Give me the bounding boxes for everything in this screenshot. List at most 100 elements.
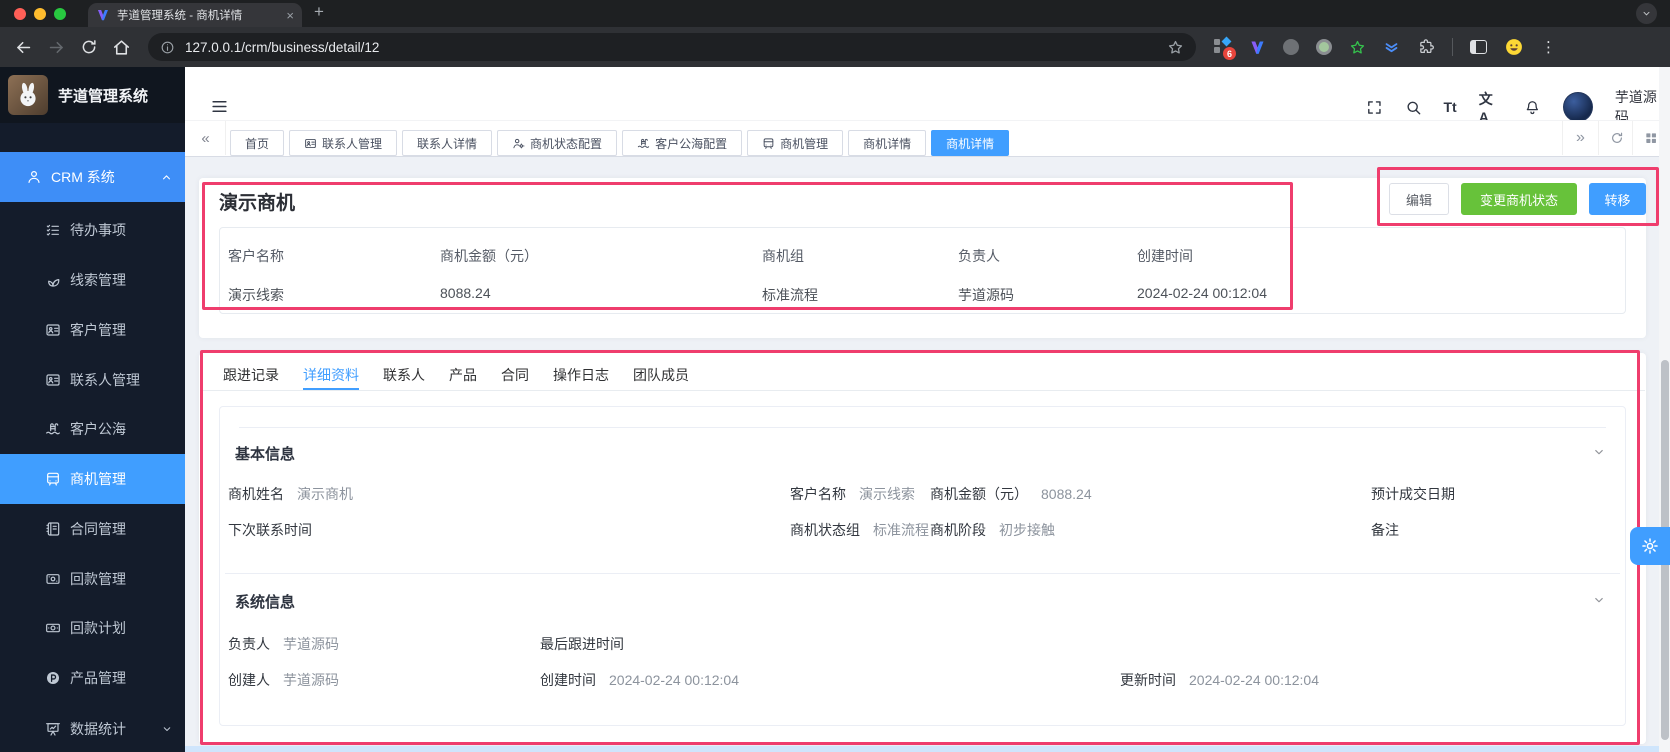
field-status-group: 商机状态组 标准流程 (790, 522, 929, 538)
minimize-window-button[interactable] (34, 7, 46, 20)
sidebar-item-contacts[interactable]: 联系人管理 (0, 355, 185, 405)
tab-search-button[interactable] (1636, 3, 1657, 24)
sidebar-item-customers[interactable]: 客户管理 (0, 305, 185, 355)
tag-contact-detail[interactable]: 联系人详情 (402, 130, 493, 156)
tags-refresh-icon[interactable] (1598, 121, 1634, 155)
app-title: 芋道管理系统 (58, 87, 149, 105)
field-next-contact-time: 下次联系时间 (228, 522, 312, 538)
tag-business-manage[interactable]: 商机管理 (747, 130, 844, 156)
user-avatar[interactable] (1563, 92, 1593, 122)
new-tab-button[interactable]: + (314, 2, 324, 22)
sidebar-item-label: 回款计划 (70, 620, 126, 636)
tags-scroll-right-icon[interactable]: » (1562, 121, 1598, 155)
extension-badge-icon[interactable]: 6 (1214, 36, 1236, 60)
bus-icon (762, 137, 775, 150)
collapse-menu-icon[interactable] (210, 97, 229, 116)
vue-devtools-icon[interactable] (1249, 39, 1266, 56)
profile-avatar-icon[interactable] (1504, 37, 1524, 57)
user-icon (26, 169, 42, 185)
extension-circle-icon[interactable] (1283, 39, 1299, 55)
back-icon[interactable] (14, 38, 33, 57)
url-bar[interactable]: 127.0.0.1/crm/business/detail/12 (148, 33, 1196, 61)
summary-panel (219, 227, 1626, 314)
tag-business-detail[interactable]: 商机详情 (848, 130, 927, 156)
font-size-icon[interactable]: Tt (1444, 99, 1457, 115)
site-info-icon[interactable] (160, 40, 175, 55)
tab-operation-log[interactable]: 操作日志 (553, 362, 609, 388)
sidebar-item-products[interactable]: 产品管理 (0, 653, 185, 703)
field-create-time: 创建时间 2024-02-24 00:12:04 (540, 672, 739, 688)
sidebar-item-customer-pool[interactable]: 客户公海 (0, 404, 185, 454)
tab-team-members[interactable]: 团队成员 (633, 362, 689, 388)
field-remark: 备注 (1371, 522, 1399, 538)
collapse-top-line (239, 427, 1606, 428)
close-tab-icon[interactable]: × (286, 8, 294, 23)
tab-contacts[interactable]: 联系人 (383, 362, 425, 388)
tag-contact-manage[interactable]: 联系人管理 (289, 130, 398, 156)
fullscreen-icon[interactable] (1366, 99, 1383, 116)
page-scrollbar[interactable] (1659, 67, 1670, 752)
bell-icon[interactable] (1524, 99, 1541, 116)
reload-icon[interactable] (80, 38, 98, 56)
toolbar-divider (1452, 38, 1453, 56)
close-window-button[interactable] (14, 7, 26, 20)
tag-pool-config[interactable]: 客户公海配置 (622, 130, 743, 156)
url-text: 127.0.0.1/crm/business/detail/12 (185, 39, 380, 55)
tag-business-detail-active[interactable]: 商机详情 (931, 130, 1010, 156)
sidebar-item-label: 合同管理 (70, 521, 126, 537)
sidebar-item-todo[interactable]: 待办事项 (0, 205, 185, 255)
tab-detail-info[interactable]: 详细资料 (303, 362, 359, 390)
chevron-down-icon (1641, 8, 1652, 19)
sidebar-item-label: 商机管理 (70, 471, 126, 487)
sidebar-item-receivable-plan[interactable]: 回款计划 (0, 603, 185, 653)
field-creator: 创建人 芋道源码 (228, 672, 339, 688)
extensions-puzzle-icon[interactable] (1417, 38, 1435, 56)
sidebar-item-statistics[interactable]: 数据统计 (0, 704, 185, 752)
sidebar-item-receivables[interactable]: 回款管理 (0, 554, 185, 604)
forward-icon[interactable] (47, 38, 66, 57)
sidebar-item-label: 客户公海 (70, 421, 126, 437)
home-icon[interactable] (112, 38, 131, 57)
clue-leaf-icon (45, 272, 61, 288)
app-logo-row[interactable]: 芋道管理系统 (0, 67, 185, 123)
extension-badge-count: 6 (1223, 47, 1236, 60)
search-icon[interactable] (1405, 99, 1422, 116)
extension-layers-icon[interactable] (1383, 39, 1400, 56)
tags-scroll-left-icon[interactable]: « (186, 121, 226, 155)
transfer-button[interactable]: 转移 (1589, 183, 1646, 215)
sidebar-item-clues[interactable]: 线索管理 (0, 255, 185, 305)
chevron-down-icon[interactable] (1592, 593, 1606, 607)
tab-contracts[interactable]: 合同 (501, 362, 529, 388)
bookmark-star-icon[interactable] (1167, 39, 1184, 56)
edit-button[interactable]: 编辑 (1389, 183, 1449, 215)
detail-tabs: 跟进记录 详细资料 联系人 产品 合同 操作日志 团队成员 (223, 362, 689, 390)
summary-create-time: 创建时间 2024-02-24 00:12:04 (1137, 248, 1267, 301)
browser-tab[interactable]: 芋道管理系统 - 商机详情 × (88, 3, 302, 27)
tab-products[interactable]: 产品 (449, 362, 477, 388)
sidebar-group-crm[interactable]: CRM 系统 (0, 152, 185, 202)
tag-business-status-config[interactable]: 商机状态配置 (497, 130, 618, 156)
tag-home[interactable]: 首页 (230, 130, 285, 156)
extension-star-icon[interactable] (1349, 39, 1366, 56)
tab-follow-records[interactable]: 跟进记录 (223, 362, 279, 388)
summary-owner: 负责人 芋道源码 (958, 248, 1014, 303)
bottom-strip (185, 746, 1670, 752)
field-owner: 负责人 芋道源码 (228, 636, 339, 652)
sidebar-item-business[interactable]: 商机管理 (0, 454, 185, 504)
chevron-down-icon[interactable] (1592, 445, 1606, 459)
sidebar-item-label: 数据统计 (70, 721, 126, 737)
maximize-window-button[interactable] (54, 7, 66, 20)
browser-menu-icon[interactable]: ⋮ (1541, 38, 1556, 56)
field-business-stage: 商机阶段 初步接触 (930, 522, 1055, 538)
sidebar-item-contracts[interactable]: 合同管理 (0, 504, 185, 554)
customer-card-icon (45, 322, 61, 338)
side-panel-icon[interactable] (1470, 40, 1487, 54)
field-customer-name: 客户名称 演示线索 (790, 486, 915, 502)
settings-fab[interactable] (1630, 527, 1670, 565)
sidebar-item-label: 联系人管理 (70, 372, 140, 388)
extension-ring-icon[interactable] (1316, 39, 1332, 55)
sidebar-item-label: 客户管理 (70, 322, 126, 338)
sidebar-group-label: CRM 系统 (51, 169, 115, 185)
change-status-button[interactable]: 变更商机状态 (1461, 183, 1577, 215)
grid-icon (1644, 131, 1658, 145)
